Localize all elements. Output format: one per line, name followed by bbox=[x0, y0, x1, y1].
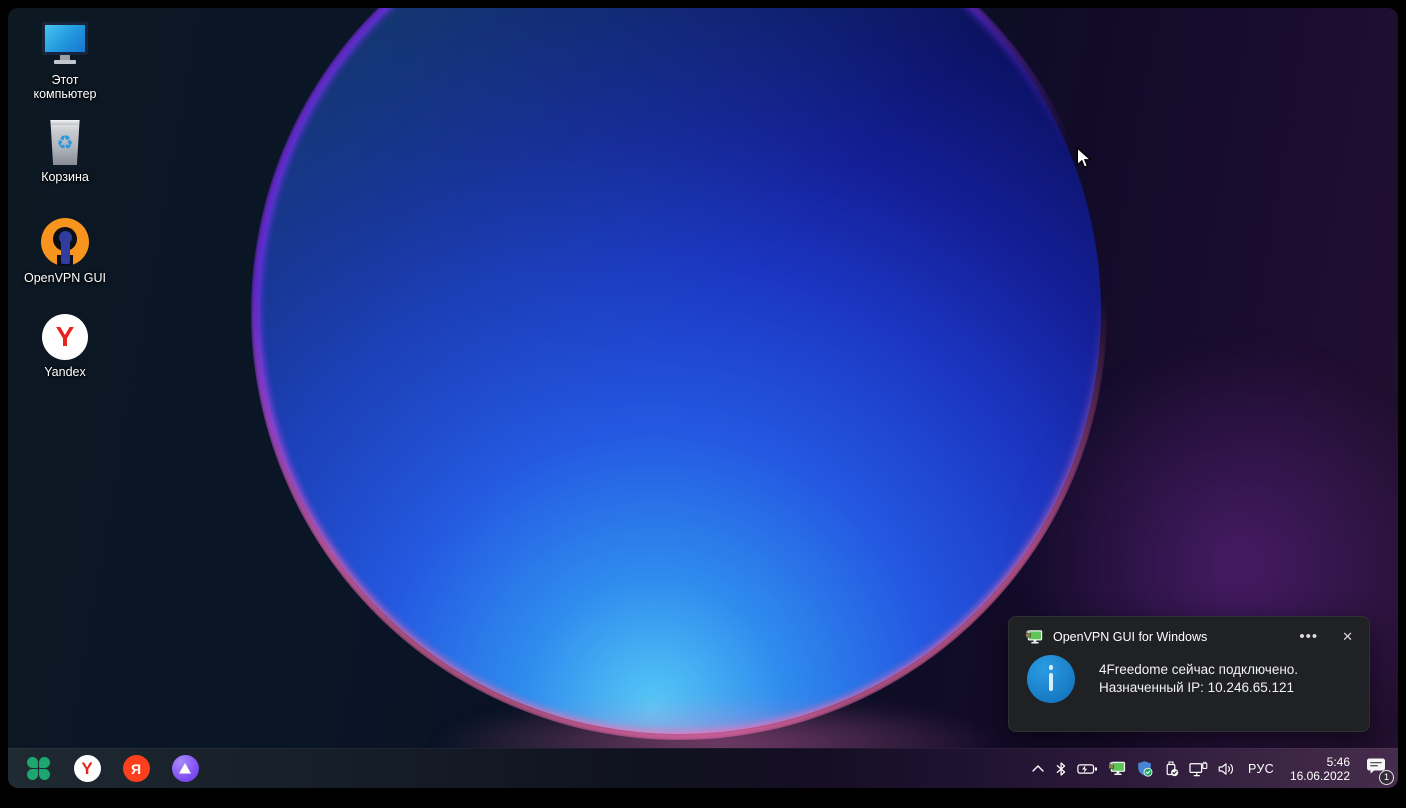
info-icon bbox=[1027, 655, 1075, 703]
notification-center-button[interactable]: 1 bbox=[1366, 757, 1394, 785]
toast-message-line1: 4Freedome сейчас подключено. bbox=[1099, 662, 1299, 677]
toast-body: 4Freedome сейчас подключено. Назначенный… bbox=[1009, 645, 1369, 703]
desktop-icon-label: Этот компьютер bbox=[33, 73, 97, 101]
yandex-browser-icon: Y bbox=[42, 314, 88, 360]
toast-message-line2: Назначенный IP: 10.246.65.121 bbox=[1099, 680, 1294, 695]
battery-charging-icon[interactable] bbox=[1076, 761, 1099, 777]
taskbar-yandex-search-button[interactable]: Я bbox=[122, 755, 150, 783]
toast-header: OpenVPN GUI for Windows ••• ✕ bbox=[1009, 617, 1369, 645]
desktop-icon-label: OpenVPN GUI bbox=[24, 271, 106, 285]
volume-icon[interactable] bbox=[1217, 761, 1236, 777]
openvpn-icon bbox=[41, 218, 89, 266]
clock-time: 5:46 bbox=[1326, 754, 1350, 769]
openvpn-tray-icon[interactable] bbox=[1107, 760, 1127, 777]
notification-count-badge: 1 bbox=[1379, 769, 1394, 785]
yandex-browser-icon: Y bbox=[73, 755, 101, 782]
system-tray: РУС 5:46 16.06.2022 1 bbox=[1030, 755, 1394, 785]
clock[interactable]: 5:46 16.06.2022 bbox=[1290, 755, 1350, 783]
alice-icon bbox=[171, 755, 199, 782]
desktop-icon-recycle-bin[interactable]: ♻ Корзина bbox=[18, 120, 112, 184]
more-options-icon[interactable]: ••• bbox=[1299, 628, 1318, 645]
wallpaper-pink-rim bbox=[251, 8, 1107, 740]
hidden-icons-chevron-icon[interactable] bbox=[1030, 763, 1046, 774]
recycle-bin-icon: ♻ bbox=[50, 120, 80, 165]
toast-app-title: OpenVPN GUI for Windows bbox=[1053, 629, 1208, 644]
desktop-icon-yandex[interactable]: Y Yandex bbox=[18, 314, 112, 379]
close-icon[interactable]: ✕ bbox=[1342, 629, 1353, 645]
desktop-icon-openvpn[interactable]: OpenVPN GUI bbox=[18, 218, 112, 285]
language-indicator[interactable]: РУС bbox=[1244, 762, 1278, 776]
clover-icon bbox=[26, 757, 50, 780]
desktop-icon-this-pc[interactable]: Этот компьютер bbox=[18, 22, 112, 101]
this-pc-icon bbox=[41, 22, 89, 68]
notification-toast[interactable]: OpenVPN GUI for Windows ••• ✕ 4Freedome … bbox=[1008, 616, 1370, 732]
taskbar-yandex-browser-button[interactable]: Y bbox=[73, 755, 101, 783]
desktop-icon-label: Yandex bbox=[44, 365, 86, 379]
desktop[interactable]: Этот компьютер ♻ Корзина OpenVPN GUI Y Y… bbox=[8, 8, 1398, 788]
taskbar-pinned-apps: Y Я bbox=[24, 755, 199, 783]
safely-remove-hardware-icon[interactable] bbox=[1162, 759, 1180, 778]
desktop-icon-label: Корзина bbox=[41, 170, 89, 184]
bluetooth-icon[interactable] bbox=[1054, 760, 1068, 778]
recycle-glyph: ♻ bbox=[56, 132, 74, 155]
network-ethernet-icon[interactable] bbox=[1188, 760, 1209, 778]
start-button[interactable] bbox=[24, 755, 52, 783]
yandex-search-icon: Я bbox=[122, 755, 150, 782]
taskbar: Y Я РУС 5:46 16.06.2022 1 bbox=[8, 748, 1398, 788]
openvpn-monitor-lock-icon bbox=[1025, 629, 1043, 644]
taskbar-alice-button[interactable] bbox=[171, 755, 199, 783]
clock-date: 16.06.2022 bbox=[1289, 768, 1350, 783]
windows-security-shield-icon[interactable] bbox=[1135, 759, 1154, 778]
